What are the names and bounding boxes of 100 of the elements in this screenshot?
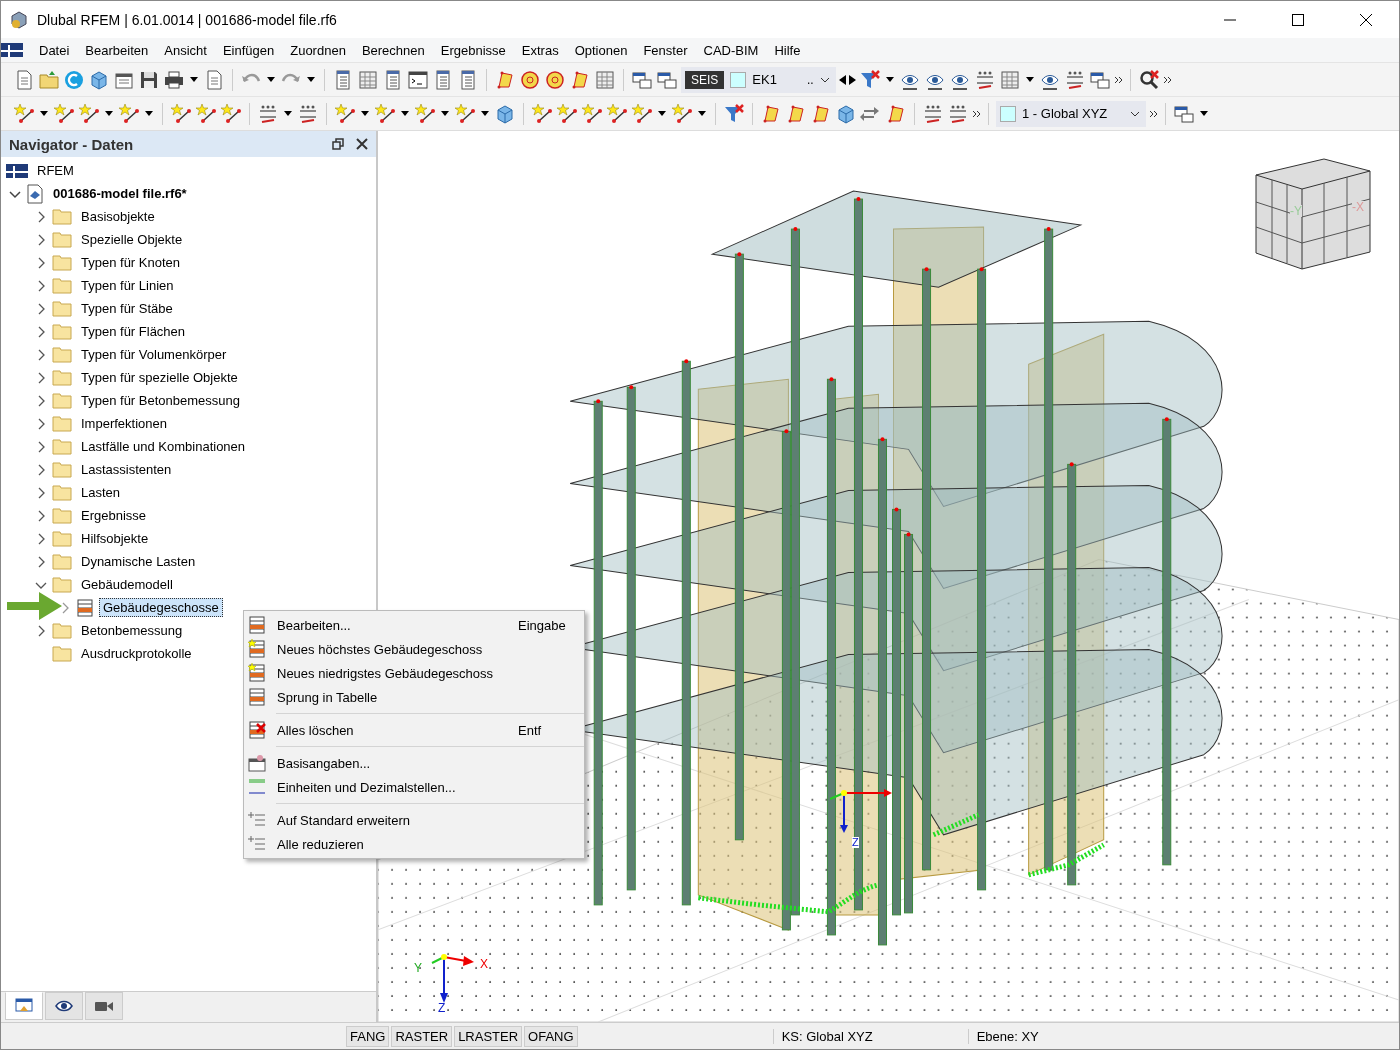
tree-item[interactable]: Typen für spezielle Objekte [77, 368, 242, 387]
menu-item[interactable]: Bearbeiten... Eingabe [244, 613, 584, 637]
menu-item[interactable]: Neues niedrigstes Gebäudegeschoss [244, 661, 584, 685]
star-icon[interactable] [531, 102, 553, 125]
star-icon[interactable] [414, 102, 436, 125]
funnel-icon[interactable] [858, 68, 881, 91]
close-icon[interactable] [1359, 12, 1373, 27]
dropdown-caret-icon[interactable] [698, 111, 706, 116]
tree-item[interactable]: Hilfsobjekte [77, 529, 153, 548]
view-tab[interactable] [45, 992, 83, 1020]
dropdown-caret-icon[interactable] [145, 111, 153, 116]
dropdown-caret-icon[interactable] [658, 111, 666, 116]
overflow-chevron-icon[interactable] [1113, 75, 1123, 84]
dropdown-caret-icon[interactable] [40, 111, 48, 116]
overflow-chevron-icon[interactable] [1162, 75, 1172, 84]
dropdown-caret-icon[interactable] [441, 111, 449, 116]
menu-item[interactable]: Ergebnisse [440, 42, 506, 58]
menu-item[interactable]: Alle reduzieren [244, 832, 584, 856]
tree-item[interactable]: Ausdruckprotokolle [77, 644, 196, 663]
menu-item[interactable]: Zuordnen [290, 42, 346, 58]
dropdown-caret-icon[interactable] [401, 111, 409, 116]
dropdown-caret-icon[interactable] [284, 111, 292, 116]
dropdown-caret-icon[interactable] [190, 77, 198, 82]
tree-item[interactable]: Basisobjekte [77, 207, 159, 226]
flag-icon[interactable] [1, 43, 23, 57]
overflow-chevron-icon[interactable] [972, 109, 981, 118]
left-triangle-icon[interactable] [838, 74, 846, 85]
dropdown-caret-icon[interactable] [819, 76, 830, 83]
menu-item[interactable]: Ansicht [164, 42, 207, 58]
tree-item[interactable]: Typen für Flächen [77, 322, 190, 341]
star-icon[interactable] [606, 102, 628, 125]
data-tab[interactable] [5, 992, 43, 1020]
status-toggle[interactable]: OFANG [524, 1025, 578, 1047]
star-icon[interactable] [195, 102, 217, 125]
dropdown-caret-icon[interactable] [885, 77, 894, 82]
menu-item[interactable]: Einheiten und Dezimalstellen... [244, 775, 584, 799]
tree-item[interactable]: Lastfälle und Kombinationen [77, 437, 250, 456]
menu-item[interactable]: Hilfe [774, 42, 801, 58]
menu-item[interactable]: Datei [39, 42, 70, 58]
tree-item[interactable]: Gebäudemodell [77, 575, 177, 594]
camera-tab[interactable] [85, 992, 123, 1020]
menu-item[interactable]: Optionen [574, 42, 628, 58]
tree-item[interactable]: Ergebnisse [77, 506, 151, 525]
tree-item[interactable]: Dynamische Lasten [77, 552, 200, 571]
overflow-chevron-icon[interactable] [1149, 109, 1158, 118]
tree-item[interactable]: Typen für Betonbemessung [77, 391, 244, 410]
console-icon[interactable] [407, 68, 429, 91]
tree-item[interactable]: Typen für Volumenkörper [77, 345, 231, 364]
menu-item[interactable]: Neues höchstes Gebäudegeschoss [244, 637, 584, 661]
coordinate-system-dropdown[interactable]: 1 - Global XYZ [996, 100, 1146, 127]
tree-item[interactable]: Imperfektionen [77, 414, 171, 433]
target-icon[interactable] [519, 68, 541, 91]
right-triangle-icon[interactable] [848, 74, 856, 85]
table-icon[interactable] [357, 68, 379, 91]
tree-item[interactable]: Betonbemessung [77, 621, 187, 640]
menu-item[interactable]: Basisangaben... [244, 751, 584, 775]
tree-item[interactable]: 001686-model file.rf6* [49, 184, 191, 203]
tree-item[interactable]: Gebäudegeschosse [99, 598, 223, 617]
tree-item[interactable]: Lasten [77, 483, 125, 502]
tree-item[interactable]: Lastassistenten [77, 460, 176, 479]
dropdown-caret-icon[interactable] [1130, 110, 1140, 117]
star-icon[interactable] [581, 102, 603, 125]
load-case-dropdown[interactable]: SEIS EK1 .. [681, 66, 836, 93]
menu-item[interactable]: Bearbeiten [85, 42, 149, 58]
menu-item[interactable]: CAD-BIM [703, 42, 759, 58]
dropdown-caret-icon[interactable] [267, 77, 275, 82]
star-icon[interactable] [118, 102, 140, 125]
menu-item[interactable]: Extras [521, 42, 559, 58]
maximize-icon[interactable] [1291, 12, 1305, 27]
menu-item[interactable]: Alles löschen Entf [244, 718, 584, 742]
tree-item[interactable]: Typen für Linien [77, 276, 178, 295]
status-toggle[interactable]: LRASTER [454, 1025, 523, 1047]
dropdown-caret-icon[interactable] [361, 111, 369, 116]
star-icon[interactable] [556, 102, 578, 125]
star-icon[interactable] [671, 102, 693, 125]
restore-window-icon[interactable] [332, 138, 344, 150]
target-icon[interactable] [544, 68, 566, 91]
star-icon[interactable] [13, 102, 35, 125]
star-icon[interactable] [374, 102, 396, 125]
close-icon[interactable] [356, 138, 368, 150]
star-icon[interactable] [631, 102, 653, 125]
menu-item[interactable]: Sprung in Tabelle [244, 685, 584, 709]
status-toggle[interactable]: RASTER [391, 1025, 453, 1047]
dropdown-caret-icon[interactable] [1025, 77, 1034, 82]
menu-item[interactable]: Auf Standard erweitern [244, 808, 584, 832]
menu-item[interactable]: Fenster [643, 42, 688, 58]
tree-item[interactable]: Typen für Knoten [77, 253, 184, 272]
funnel-icon[interactable] [723, 102, 745, 125]
dropdown-caret-icon[interactable] [481, 111, 489, 116]
dropdown-caret-icon[interactable] [1200, 111, 1208, 116]
star-icon[interactable] [78, 102, 100, 125]
circle-logo-icon[interactable] [63, 68, 85, 91]
magnifier-icon[interactable] [1137, 68, 1160, 91]
star-icon[interactable] [53, 102, 75, 125]
star-icon[interactable] [454, 102, 476, 125]
star-icon[interactable] [220, 102, 242, 125]
tree-item[interactable]: Spezielle Objekte [77, 230, 187, 249]
table-icon[interactable] [594, 68, 616, 91]
status-toggle[interactable]: FANG [346, 1025, 390, 1047]
menu-item[interactable]: Einfügen [222, 42, 275, 58]
